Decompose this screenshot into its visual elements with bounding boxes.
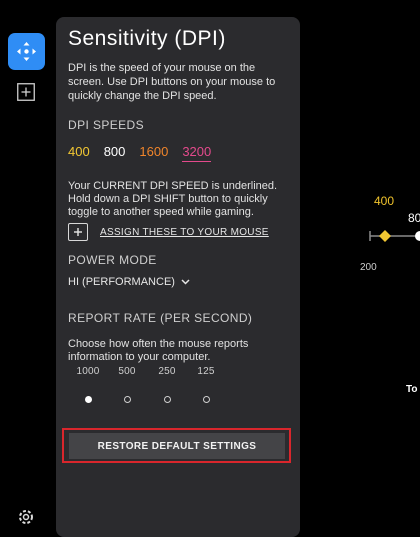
radio-unselected[interactable] <box>163 396 171 403</box>
slider-axis-200: 200 <box>360 262 377 273</box>
plus-square-icon <box>17 83 35 101</box>
dpi-speed-3200-current[interactable]: 3200 <box>182 144 212 162</box>
report-rate-value: 500 <box>118 366 136 377</box>
radio-unselected[interactable] <box>202 396 210 403</box>
gear-icon <box>19 510 33 524</box>
move-arrows-icon <box>17 42 36 61</box>
assign-label: ASSIGN THESE TO YOUR MOUSE <box>100 226 269 238</box>
dpi-speed-list: 400 800 1600 3200 <box>68 144 212 162</box>
dpi-speeds-label: DPI SPEEDS <box>68 118 145 132</box>
report-rate-option-250[interactable]: 250 <box>147 366 187 403</box>
dpi-slider-marker-400 <box>379 230 391 242</box>
settings-button[interactable] <box>15 506 37 528</box>
power-mode-label: POWER MODE <box>68 253 157 267</box>
report-rate-description: Choose how often the mouse reports infor… <box>68 338 249 363</box>
plus-icon <box>68 223 88 241</box>
power-mode-value: HI (PERFORMANCE) <box>68 276 175 288</box>
left-rail <box>0 0 52 524</box>
report-rate-label: REPORT RATE (PER SECOND) <box>68 311 253 325</box>
slider-label-400: 400 <box>374 194 395 208</box>
sensitivity-panel: Sensitivity (DPI) DPI is the speed of yo… <box>56 17 300 537</box>
restore-default-settings-button[interactable]: RESTORE DEFAULT SETTINGS <box>69 433 285 459</box>
report-rate-option-1000[interactable]: 1000 <box>68 366 108 403</box>
radio-unselected[interactable] <box>123 396 131 403</box>
dpi-speed-800[interactable]: 800 <box>104 144 126 162</box>
slider-label-800: 80 <box>408 211 420 225</box>
current-dpi-note: Your CURRENT DPI SPEED is underlined. Ho… <box>68 180 278 218</box>
report-rate-value: 125 <box>197 366 215 377</box>
report-rate-value: 250 <box>158 366 176 377</box>
dpi-speed-1600[interactable]: 1600 <box>139 144 168 162</box>
radio-selected[interactable] <box>84 396 92 403</box>
report-rate-value: 1000 <box>76 366 100 377</box>
panel-title: Sensitivity (DPI) <box>68 27 226 50</box>
dpi-speed-400[interactable]: 400 <box>68 144 90 162</box>
partial-text-to: To <box>406 384 418 395</box>
report-rate-option-125[interactable]: 125 <box>186 366 226 403</box>
dpi-slider-marker-800 <box>415 231 420 241</box>
add-button[interactable] <box>17 83 35 101</box>
report-rate-option-500[interactable]: 500 <box>107 366 147 403</box>
panel-description: DPI is the speed of your mouse on the sc… <box>68 62 276 102</box>
chevron-down-icon <box>181 279 190 285</box>
power-mode-dropdown[interactable]: HI (PERFORMANCE) <box>68 276 190 288</box>
assign-to-mouse-link[interactable]: ASSIGN THESE TO YOUR MOUSE <box>68 223 269 241</box>
dpi-pointer-button[interactable] <box>8 33 45 70</box>
